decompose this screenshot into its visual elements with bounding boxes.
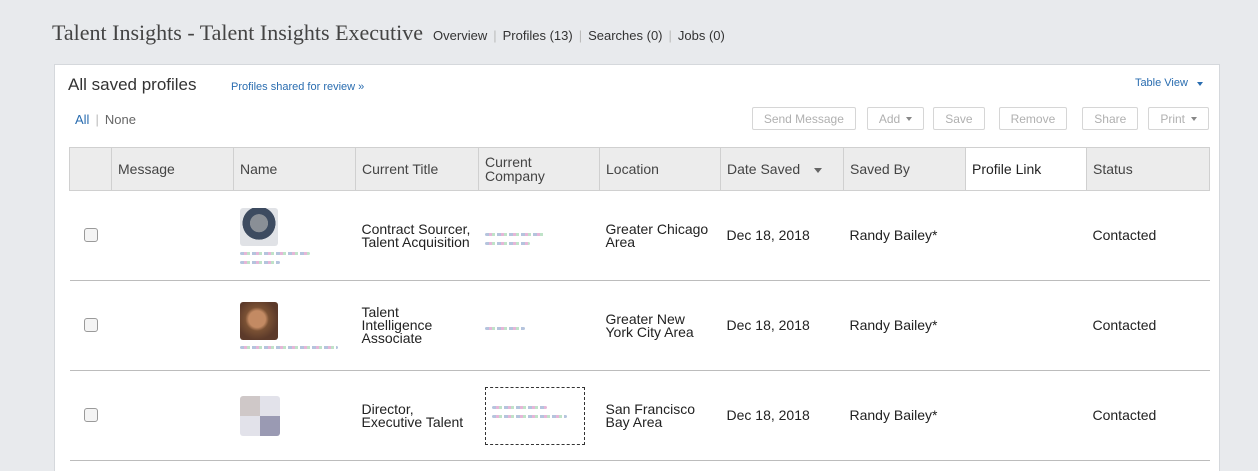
table-view-label: Table View — [1134, 77, 1188, 89]
profile-link-cell — [965, 190, 1087, 281]
name-cell — [233, 190, 356, 281]
name-cell — [233, 280, 356, 371]
nav-profiles[interactable]: Profiles (13) — [503, 28, 573, 43]
select-separator: | — [95, 112, 99, 127]
status-cell: Contacted — [1086, 370, 1210, 461]
print-button[interactable]: Print — [1148, 107, 1209, 130]
redacted-company — [484, 232, 545, 236]
sort-desc-icon — [814, 167, 823, 173]
page-title: Talent Insights - Talent Insights Execut… — [52, 20, 424, 45]
redacted-company — [484, 241, 530, 245]
print-button-label: Print — [1160, 111, 1185, 126]
share-button[interactable]: Share — [1082, 107, 1139, 130]
select-links: All | None — [75, 112, 136, 127]
avatar[interactable] — [239, 207, 278, 246]
location-cell: Greater Chicago Area — [599, 190, 721, 281]
nav-separator: | — [578, 28, 583, 43]
company-cell — [478, 370, 600, 461]
header-location[interactable]: Location — [599, 147, 721, 191]
top-nav: Overview | Profiles (13) | Searches (0) … — [433, 28, 725, 43]
header-status[interactable]: Status — [1086, 147, 1210, 191]
table-row: Contract Sourcer, Talent Acquisition Gre… — [69, 190, 1210, 281]
nav-separator: | — [668, 28, 672, 43]
header-saved-by[interactable]: Saved By — [843, 147, 966, 191]
avatar[interactable] — [239, 302, 278, 340]
chevron-down-icon — [1197, 82, 1203, 86]
header-date-saved-label: Date Saved — [727, 161, 801, 177]
company-focus-box[interactable] — [484, 386, 585, 445]
header-current-company[interactable]: Current Company — [478, 147, 600, 191]
status-cell: Contacted — [1086, 280, 1210, 371]
nav-overview[interactable]: Overview — [433, 28, 487, 43]
header-current-title[interactable]: Current Title — [355, 147, 479, 191]
redacted-company — [491, 405, 547, 409]
company-cell — [478, 190, 600, 281]
message-cell — [111, 370, 234, 461]
panel-title: All saved profiles — [68, 75, 197, 94]
row-checkbox[interactable] — [83, 317, 98, 332]
saved-profiles-panel: All saved profiles Profiles shared for r… — [54, 64, 1220, 471]
add-button-label: Add — [878, 111, 901, 126]
saved-by-cell: Randy Bailey* — [843, 280, 966, 371]
chevron-down-icon — [1191, 116, 1197, 121]
page-header: Talent Insights - Talent Insights Execut… — [52, 20, 725, 52]
redacted-company — [484, 327, 525, 330]
nav-searches[interactable]: Searches (0) — [588, 28, 662, 43]
header-name[interactable]: Name — [233, 147, 356, 191]
date-saved-cell: Dec 18, 2018 — [720, 280, 844, 371]
row-checkbox[interactable] — [83, 227, 98, 242]
talent-insights-page: Talent Insights - Talent Insights Execut… — [0, 0, 1258, 471]
profile-link-cell — [965, 280, 1087, 371]
title-cell: Contract Sourcer, Talent Acquisition — [355, 190, 479, 281]
saved-by-cell: Randy Bailey* — [843, 190, 966, 281]
header-message[interactable]: Message — [111, 147, 234, 191]
select-all-link[interactable]: All — [75, 112, 89, 127]
table-row: Director, Executive Talent San Francisco… — [69, 370, 1210, 461]
saved-by-cell: Randy Bailey* — [843, 370, 966, 461]
row-select-cell — [69, 280, 112, 371]
name-cell — [233, 370, 356, 461]
remove-button[interactable]: Remove — [998, 107, 1068, 130]
add-button[interactable]: Add — [866, 107, 925, 130]
message-cell — [111, 190, 234, 281]
row-select-cell — [69, 370, 112, 461]
profiles-shared-link[interactable]: Profiles shared for review » — [231, 81, 364, 93]
action-toolbar: Send Message Add Save Remove Share Print — [741, 107, 1209, 130]
status-cell: Contacted — [1086, 190, 1210, 281]
title-cell: Talent Intelligence Associate — [355, 280, 479, 371]
date-saved-cell: Dec 18, 2018 — [720, 370, 844, 461]
redacted-name — [239, 346, 338, 349]
profiles-table: Message Name Current Title Current Compa… — [69, 147, 1210, 461]
send-message-button[interactable]: Send Message — [751, 107, 856, 130]
title-cell: Director, Executive Talent — [355, 370, 479, 461]
redacted-name — [239, 260, 280, 264]
avatar[interactable] — [239, 395, 280, 436]
chevron-down-icon — [906, 116, 913, 121]
message-cell — [111, 280, 234, 371]
nav-jobs[interactable]: Jobs (0) — [678, 28, 725, 43]
date-saved-cell: Dec 18, 2018 — [720, 190, 844, 281]
header-date-saved[interactable]: Date Saved — [720, 147, 844, 191]
select-none-link[interactable]: None — [105, 112, 136, 127]
table-header-row: Message Name Current Title Current Compa… — [69, 147, 1210, 191]
header-select — [69, 147, 112, 191]
profile-link-cell — [965, 370, 1087, 461]
location-cell: San Francisco Bay Area — [599, 370, 721, 461]
table-row: Talent Intelligence Associate Greater Ne… — [69, 280, 1210, 371]
row-select-cell — [69, 190, 112, 281]
save-button[interactable]: Save — [933, 107, 985, 130]
row-checkbox[interactable] — [83, 407, 98, 422]
table-view-dropdown[interactable]: Table View — [1135, 77, 1203, 89]
nav-separator: | — [493, 28, 497, 43]
company-cell — [478, 280, 600, 371]
redacted-name — [239, 251, 310, 255]
redacted-company — [491, 414, 567, 418]
header-profile-link: Profile Link — [965, 147, 1087, 191]
location-cell: Greater New York City Area — [599, 280, 721, 371]
